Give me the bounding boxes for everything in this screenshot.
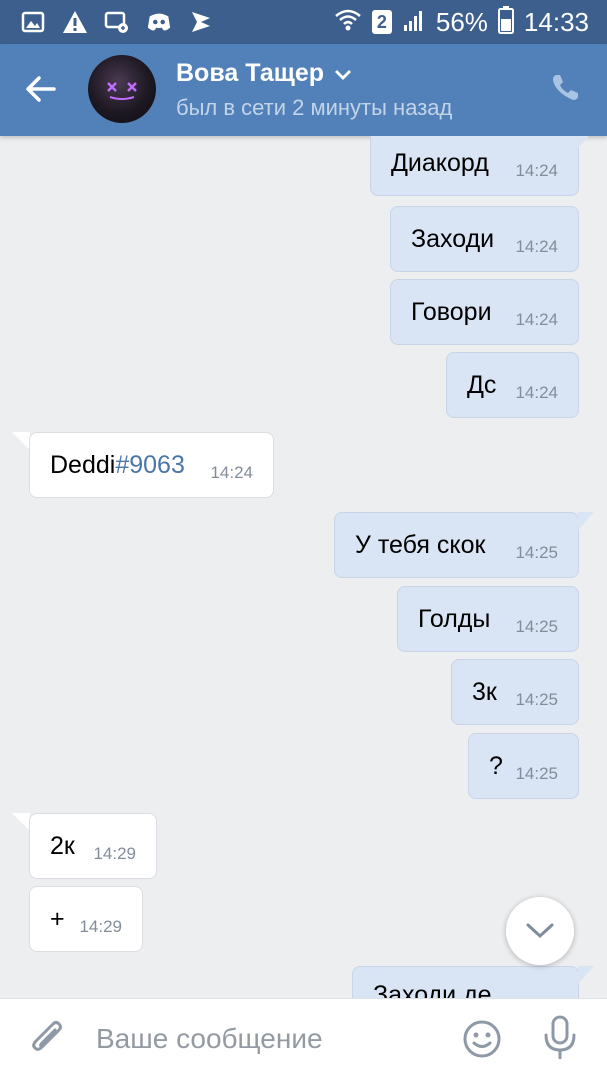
bubble-tail [578, 966, 594, 984]
message-bubble-incoming[interactable]: 2к 14:29 [29, 813, 157, 879]
signal-icon [402, 8, 426, 37]
sim-badge: 2 [371, 10, 392, 34]
message-bubble-outgoing[interactable]: Дс 14:24 [446, 352, 579, 418]
message-text: Deddi#9063 [50, 451, 185, 480]
avatar-mask-image [107, 82, 137, 100]
message-text: ? [489, 751, 503, 780]
message-time: 14:29 [93, 844, 136, 863]
back-arrow-icon[interactable] [24, 72, 58, 106]
message-bubble-outgoing[interactable]: ? 14:25 [468, 733, 579, 799]
message-bubble-outgoing[interactable]: У тебя скок 14:25 [334, 512, 579, 578]
message-time: 14:24 [515, 237, 558, 256]
message-time: 14:25 [515, 764, 558, 783]
message-bubble-outgoing[interactable]: Заходи 14:24 [390, 206, 579, 272]
chevron-down-icon [526, 923, 554, 939]
phone-call-icon[interactable] [549, 72, 581, 104]
message-time: 14:24 [210, 463, 253, 482]
clock: 14:33 [523, 6, 589, 37]
message-text: + [50, 904, 65, 933]
scroll-to-bottom-button[interactable] [506, 897, 574, 965]
emoji-icon[interactable] [462, 1019, 502, 1059]
message-bubble-outgoing[interactable]: Диакорд 14:24 [370, 136, 579, 196]
discord-icon [146, 9, 172, 35]
message-bubble-incoming[interactable]: Deddi#9063 14:24 [29, 432, 274, 498]
gallery-icon [20, 9, 46, 35]
message-composer: Ваше сообщение [0, 998, 607, 1080]
message-text: 2к [50, 831, 75, 860]
message-text: Голды [418, 604, 491, 633]
warning-icon [62, 9, 88, 35]
notification-icons [20, 8, 214, 36]
message-text: Диакорд [391, 148, 489, 177]
message-time: 14:29 [79, 917, 122, 936]
message-text: 3к [472, 677, 497, 706]
system-indicators: 2 56% 14:33 [334, 5, 589, 39]
battery-percent: 56% [435, 6, 488, 37]
message-bubble-outgoing[interactable]: 3к 14:25 [451, 659, 579, 725]
last-seen-status: был в сети 2 минуты назад [176, 95, 453, 120]
message-text: Говори [411, 297, 492, 326]
message-text-plain: Deddi [50, 450, 116, 479]
message-time: 14:24 [515, 310, 558, 329]
message-time: 14:24 [515, 161, 558, 180]
message-text: Заходи [411, 224, 495, 253]
vk-play-icon [188, 9, 214, 35]
message-time: 14:25 [515, 543, 558, 562]
microphone-icon[interactable] [540, 1015, 580, 1061]
bubble-tail [12, 432, 30, 450]
bubble-tail [578, 512, 594, 530]
message-text: Дс [467, 370, 497, 399]
message-time: 14:24 [515, 383, 558, 402]
chevron-down-icon[interactable] [334, 59, 352, 88]
chat-header: Вова Тащер был в сети 2 минуты назад [0, 44, 607, 136]
message-list[interactable]: Диакорд 14:24 Заходи 14:24 Говори 14:24 … [0, 136, 607, 998]
bubble-tail [12, 813, 30, 831]
message-time: 14:25 [515, 690, 558, 709]
attach-paperclip-icon[interactable] [28, 1019, 68, 1059]
message-bubble-outgoing[interactable]: Говори 14:24 [390, 279, 579, 345]
message-bubble-outgoing[interactable]: Заходи де [352, 966, 579, 998]
message-input[interactable]: Ваше сообщение [96, 1023, 323, 1055]
contact-name[interactable]: Вова Тащер [176, 59, 352, 88]
hashtag-link[interactable]: #9063 [115, 451, 185, 479]
bubble-tail [578, 136, 589, 148]
status-bar: 2 56% 14:33 [0, 0, 607, 44]
message-text: У тебя скок [355, 530, 486, 559]
avatar[interactable] [88, 55, 156, 123]
wifi-icon [334, 7, 362, 38]
message-bubble-outgoing[interactable]: Голды 14:25 [397, 586, 579, 652]
cast-icon [104, 9, 130, 35]
message-bubble-incoming[interactable]: + 14:29 [29, 886, 143, 952]
battery-icon [497, 5, 514, 39]
contact-name-text: Вова Тащер [176, 59, 325, 87]
message-text: Заходи де [373, 981, 492, 998]
message-time: 14:25 [515, 617, 558, 636]
